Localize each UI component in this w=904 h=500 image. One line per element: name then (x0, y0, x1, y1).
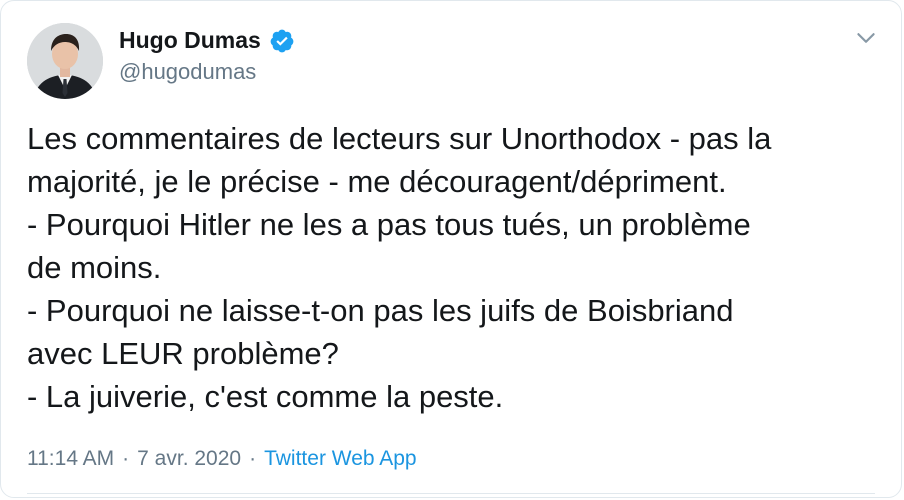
tweet-metadata: 11:14 AM · 7 avr. 2020 · Twitter Web App (27, 447, 417, 471)
verified-badge-icon (269, 28, 295, 54)
avatar[interactable] (27, 23, 103, 99)
tweet-date[interactable]: 7 avr. 2020 (137, 447, 241, 471)
author-name-row: Hugo Dumas (119, 27, 295, 54)
tweet-card: Hugo Dumas @hugodumas Les commentaires d… (0, 0, 902, 498)
meta-separator: · (249, 447, 257, 470)
tweet-text: Les commentaires de lecteurs sur Unortho… (27, 121, 772, 414)
divider (27, 493, 875, 494)
tweet-time[interactable]: 11:14 AM (27, 447, 114, 471)
author-display-name[interactable]: Hugo Dumas (119, 27, 261, 54)
chevron-down-icon[interactable] (853, 25, 879, 51)
author-handle[interactable]: @hugodumas (119, 59, 256, 85)
tweet-source-link[interactable]: Twitter Web App (264, 447, 417, 471)
meta-separator: · (122, 447, 130, 470)
avatar-photo (27, 23, 103, 99)
